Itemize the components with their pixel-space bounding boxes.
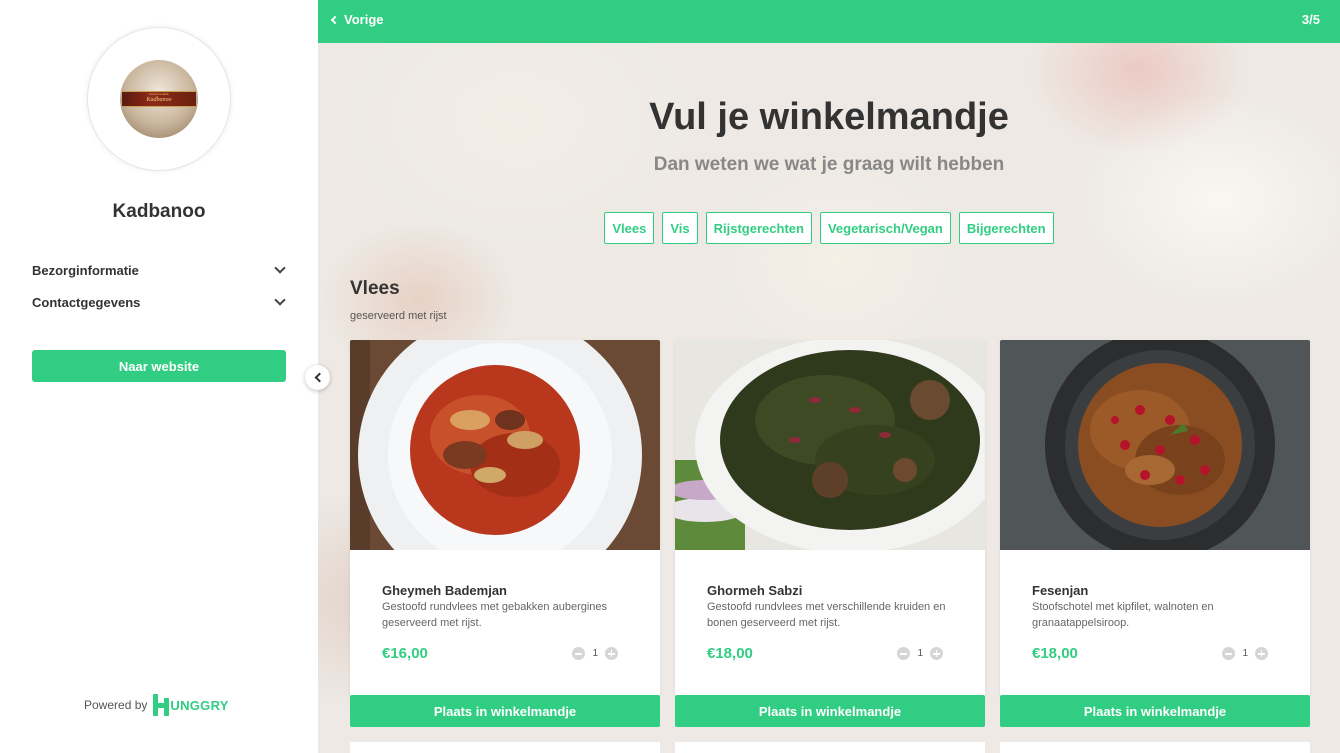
product-card: Gheymeh Bademjan Gestoofd rundvlees met … bbox=[350, 340, 660, 697]
chevron-left-icon bbox=[314, 372, 324, 383]
increase-quantity-button[interactable] bbox=[605, 647, 618, 660]
collapse-sidebar-button[interactable] bbox=[305, 365, 330, 390]
category-chip-vlees[interactable]: Vlees bbox=[604, 212, 655, 244]
accordion-contact-info[interactable]: Contactgegevens bbox=[32, 292, 288, 312]
product-image bbox=[675, 340, 985, 550]
accordion-label: Bezorginformatie bbox=[32, 262, 139, 278]
chevron-down-icon bbox=[274, 294, 286, 306]
product-image bbox=[350, 340, 660, 550]
sidebar: Perzisch eethuis Kadbanoo Kadbanoo Bezor… bbox=[0, 0, 318, 753]
product-name: Gheymeh Bademjan bbox=[382, 583, 507, 598]
accordion-label: Contactgegevens bbox=[32, 294, 141, 310]
category-chip-vis[interactable]: Vis bbox=[662, 212, 698, 244]
product-description: Gestoofd rundvlees met verschillende kru… bbox=[707, 601, 946, 629]
back-button[interactable]: Vorige bbox=[330, 12, 384, 27]
add-to-cart-button[interactable]: Plaats in winkelmandje bbox=[675, 695, 985, 727]
next-product-card-peek bbox=[675, 742, 985, 753]
product-price: €18,00 bbox=[1032, 645, 1078, 662]
quantity-value: 1 bbox=[917, 648, 923, 659]
product-price: €18,00 bbox=[707, 645, 753, 662]
product-card: Fesenjan Stoofschotel met kipfilet, waln… bbox=[1000, 340, 1310, 697]
product-description: Gestoofd rundvlees met gebakken aubergin… bbox=[382, 601, 608, 629]
product-name: Ghormeh Sabzi bbox=[707, 583, 803, 598]
product-description: Stoofschotel met kipfilet, walnoten en g… bbox=[1032, 601, 1214, 629]
quantity-value: 1 bbox=[1242, 648, 1248, 659]
chevron-down-icon bbox=[274, 262, 286, 274]
next-product-card-peek bbox=[350, 742, 660, 753]
increase-quantity-button[interactable] bbox=[930, 647, 943, 660]
decrease-quantity-button[interactable] bbox=[897, 647, 911, 660]
hunggry-logo[interactable]: UNGGRY bbox=[153, 694, 228, 716]
hunggry-h-icon bbox=[153, 694, 170, 716]
logo-text: Kadbanoo bbox=[146, 97, 172, 103]
website-button[interactable]: Naar website bbox=[32, 350, 286, 382]
quantity-stepper: 1 bbox=[1222, 647, 1268, 660]
accordion-delivery-info[interactable]: Bezorginformatie bbox=[32, 260, 288, 280]
page-title: Vul je winkelmandje bbox=[649, 96, 1009, 138]
powered-by-label: Powered by bbox=[84, 698, 148, 712]
increase-quantity-button[interactable] bbox=[1255, 647, 1268, 660]
product-price: €16,00 bbox=[382, 645, 428, 662]
product-card: Ghormeh Sabzi Gestoofd rundvlees met ver… bbox=[675, 340, 985, 697]
logo-banner: Perzisch eethuis Kadbanoo bbox=[122, 91, 196, 107]
category-chip-rijstgerechten[interactable]: Rijstgerechten bbox=[705, 212, 812, 244]
brand-text: UNGGRY bbox=[170, 697, 229, 713]
logo-subtext: Perzisch eethuis bbox=[149, 92, 169, 96]
category-chip-vegetarisch[interactable]: Vegetarisch/Vegan bbox=[819, 212, 951, 244]
quantity-value: 1 bbox=[592, 648, 598, 659]
shop-name: Kadbanoo bbox=[112, 201, 206, 222]
page-subtitle: Dan weten we wat je graag wilt hebben bbox=[653, 154, 1005, 175]
quantity-stepper: 1 bbox=[897, 647, 943, 660]
section-subtitle: geserveerd met rijst bbox=[350, 310, 447, 322]
product-name: Fesenjan bbox=[1032, 583, 1089, 598]
quantity-stepper: 1 bbox=[572, 647, 618, 660]
category-filter: Vlees Vis Rijstgerechten Vegetarisch/Veg… bbox=[318, 212, 1340, 244]
add-to-cart-button[interactable]: Plaats in winkelmandje bbox=[350, 695, 660, 727]
main-content: Vorige 3/5 Vul je winkelmandje Dan weten… bbox=[318, 0, 1340, 753]
decrease-quantity-button[interactable] bbox=[572, 647, 586, 660]
decrease-quantity-button[interactable] bbox=[1222, 647, 1236, 660]
step-indicator: 3/5 bbox=[1301, 12, 1320, 27]
next-product-card-peek bbox=[1000, 742, 1310, 753]
back-label: Vorige bbox=[344, 12, 384, 27]
logo-image: Perzisch eethuis Kadbanoo bbox=[120, 60, 198, 138]
section-title: Vlees bbox=[350, 278, 400, 299]
add-to-cart-button[interactable]: Plaats in winkelmandje bbox=[1000, 695, 1310, 727]
product-image bbox=[1000, 340, 1310, 550]
powered-by: Powered by UNGGRY bbox=[84, 694, 229, 716]
top-bar: Vorige 3/5 bbox=[318, 0, 1340, 43]
chevron-left-icon bbox=[330, 15, 340, 24]
restaurant-logo: Perzisch eethuis Kadbanoo bbox=[87, 27, 231, 171]
category-chip-bijgerechten[interactable]: Bijgerechten bbox=[958, 212, 1054, 244]
